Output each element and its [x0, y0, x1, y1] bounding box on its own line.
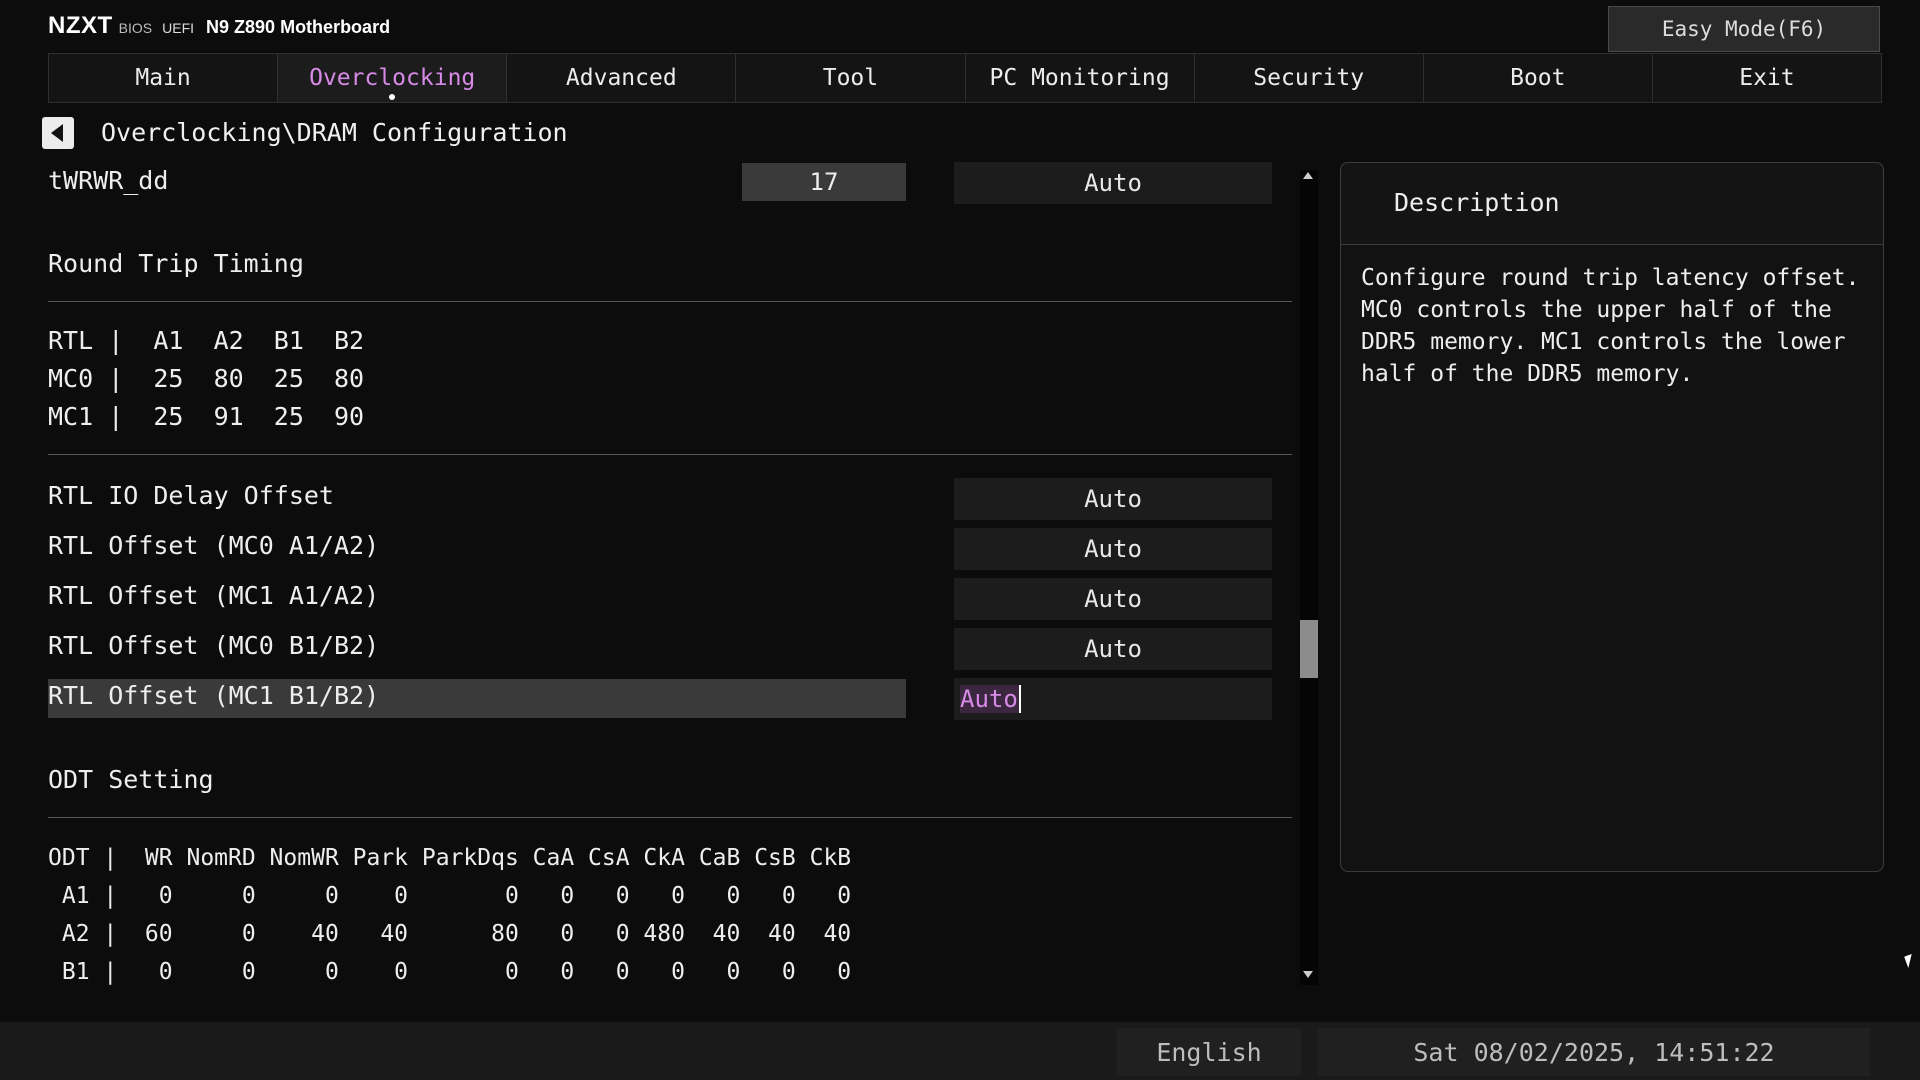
tab-main[interactable]: Main	[49, 54, 279, 102]
rtl-mc1-b1b2-input-text: Auto	[960, 685, 1021, 713]
rtl-mc1-b1b2-input[interactable]: Auto	[954, 678, 1272, 720]
easy-mode-button[interactable]: Easy Mode(F6)	[1608, 6, 1880, 52]
language-selector[interactable]: English	[1117, 1028, 1301, 1076]
odt-b1-row: B1 | 0 0 0 0 0 0 0 0 0 0 0	[48, 959, 852, 985]
tab-security[interactable]: Security	[1194, 54, 1424, 102]
board-model: N9 Z890 Motherboard	[206, 17, 391, 37]
description-text: Configure round trip latency offset. MC0…	[1361, 265, 1860, 387]
odt-a2-row: A2 | 60 0 40 40 80 0 0 480 40 40 40	[48, 921, 852, 947]
divider	[48, 454, 1292, 455]
twrwr-option[interactable]: Auto	[954, 162, 1272, 204]
breadcrumb: Overclocking\DRAM Configuration	[101, 118, 568, 147]
brand: NZXT BIOS UEFI N9 Z890 Motherboard	[48, 12, 390, 40]
section-title-odt: ODT Setting	[48, 765, 214, 794]
rtl-io-delay-option[interactable]: Auto	[954, 478, 1272, 520]
setting-label-twrwr-dd: tWRWR_dd	[48, 166, 169, 195]
divider	[48, 301, 1292, 302]
tab-advanced[interactable]: Advanced	[507, 54, 737, 102]
section-title-round-trip: Round Trip Timing	[48, 249, 304, 278]
odt-header-row: ODT | WR NomRD NomWR Park ParkDqs CaA Cs…	[48, 845, 852, 871]
setting-label-rtl-mc1-a1a2[interactable]: RTL Offset (MC1 A1/A2)	[48, 581, 379, 610]
tab-overclocking[interactable]: Overclocking	[278, 54, 508, 102]
description-title: Description	[1394, 188, 1560, 217]
back-arrow-icon	[50, 124, 63, 142]
main-tabs: Main Overclocking Advanced Tool PC Monit…	[48, 53, 1882, 103]
brand-logo: NZXT	[48, 12, 113, 39]
odt-a1-row: A1 | 0 0 0 0 0 0 0 0 0 0 0	[48, 883, 852, 909]
setting-label-rtl-mc0-b1b2[interactable]: RTL Offset (MC0 B1/B2)	[48, 631, 379, 660]
twrwr-current-value: 17	[742, 163, 906, 201]
rtl-mc0-b1b2-option[interactable]: Auto	[954, 628, 1272, 670]
scroll-down-icon[interactable]	[1303, 971, 1313, 978]
back-button[interactable]	[42, 117, 74, 149]
tab-exit[interactable]: Exit	[1652, 54, 1881, 102]
scroll-up-icon[interactable]	[1303, 172, 1313, 179]
divider	[48, 817, 1292, 818]
rtl-mc0-a1a2-option[interactable]: Auto	[954, 528, 1272, 570]
tab-boot[interactable]: Boot	[1423, 54, 1653, 102]
rtl-mc1-a1a2-option[interactable]: Auto	[954, 578, 1272, 620]
brand-uefi: UEFI	[162, 20, 195, 36]
datetime-display: Sat 08/02/2025, 14:51:22	[1318, 1028, 1870, 1076]
mouse-pointer-icon	[1904, 953, 1916, 969]
tab-pc-monitoring[interactable]: PC Monitoring	[965, 54, 1195, 102]
setting-label-rtl-mc0-a1a2[interactable]: RTL Offset (MC0 A1/A2)	[48, 531, 379, 560]
scrollbar-track[interactable]	[1300, 170, 1318, 985]
setting-label-rtl-mc1-b1b2[interactable]: RTL Offset (MC1 B1/B2)	[48, 681, 379, 710]
rtl-header-row: RTL | A1 A2 B1 B2	[48, 326, 365, 355]
rtl-mc1-row: MC1 | 25 91 25 90	[48, 402, 365, 431]
rtl-mc0-row: MC0 | 25 80 25 80	[48, 364, 365, 393]
brand-bios: BIOS	[118, 20, 153, 36]
scrollbar-thumb[interactable]	[1300, 620, 1318, 678]
tab-tool[interactable]: Tool	[736, 54, 966, 102]
setting-label-rtl-io-delay[interactable]: RTL IO Delay Offset	[48, 481, 334, 510]
